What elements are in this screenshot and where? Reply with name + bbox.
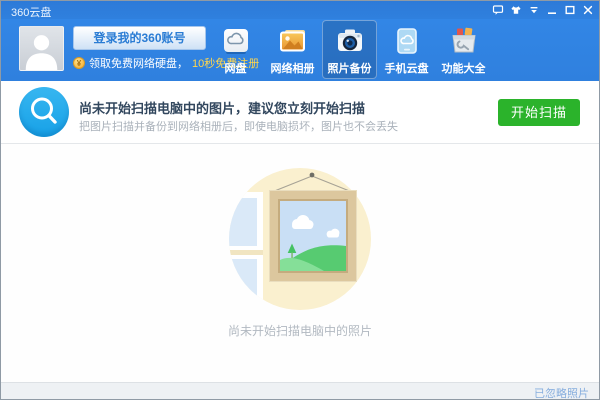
start-scan-button[interactable]: 开始扫描 [498, 99, 580, 126]
skin-icon[interactable] [508, 3, 523, 17]
empty-state-caption: 尚未开始扫描电脑中的照片 [1, 322, 599, 339]
empty-state-illustration [227, 166, 377, 316]
phone-cloud-icon [392, 26, 422, 56]
tab-all-features[interactable]: 功能大全 [436, 20, 491, 79]
scan-search-icon [19, 87, 69, 137]
tab-label: 功能大全 [442, 60, 486, 76]
login-button[interactable]: 登录我的360账号 [73, 26, 206, 50]
tab-label: 网盘 [225, 60, 247, 76]
header: 登录我的360账号 ¥ 领取免费网络硬盘， 10秒免费注册 网盘 [1, 19, 599, 81]
tab-label: 照片备份 [328, 60, 372, 76]
maximize-button[interactable] [562, 3, 577, 17]
app-window: 360云盘 [0, 0, 600, 400]
promo-text: 领取免费网络硬盘， [89, 55, 188, 71]
status-bar: 已忽略照片 [1, 382, 599, 399]
web-album-icon [278, 26, 308, 56]
tab-label: 网络相册 [271, 60, 315, 76]
coin-icon: ¥ [73, 57, 85, 69]
tab-mobile-cloud[interactable]: 手机云盘 [379, 20, 434, 79]
tab-cloud-drive[interactable]: 网盘 [208, 20, 263, 79]
user-silhouette-icon [20, 27, 63, 70]
tab-label: 手机云盘 [385, 60, 429, 76]
scan-prompt-title: 尚未开始扫描电脑中的图片，建议您立刻开始扫描 [79, 98, 365, 117]
cloud-drive-icon [221, 26, 251, 56]
scan-notification-bar: 尚未开始扫描电脑中的图片，建议您立刻开始扫描 把图片扫描并备份到网络相册后，即使… [1, 81, 599, 144]
scan-prompt-subtitle: 把图片扫描并备份到网络相册后，即使电脑损坏，图片也不会丢失 [79, 118, 398, 134]
tab-photo-backup[interactable]: 照片备份 [322, 20, 377, 79]
toolbox-icon [449, 26, 479, 56]
close-button[interactable] [580, 3, 595, 17]
tab-web-album[interactable]: 网络相册 [265, 20, 320, 79]
title-bar: 360云盘 [1, 1, 599, 19]
main-content: 尚未开始扫描电脑中的照片 [1, 144, 599, 382]
nav-tabs: 网盘 网络相册 [207, 20, 492, 79]
ignored-photos-link[interactable]: 已忽略照片 [534, 385, 589, 400]
minimize-button[interactable] [544, 3, 559, 17]
avatar[interactable] [19, 26, 64, 71]
camera-icon [335, 26, 365, 56]
app-title: 360云盘 [11, 4, 51, 20]
feedback-icon[interactable] [490, 3, 505, 17]
window-controls [490, 3, 595, 17]
menu-chevron-icon[interactable] [526, 3, 541, 17]
